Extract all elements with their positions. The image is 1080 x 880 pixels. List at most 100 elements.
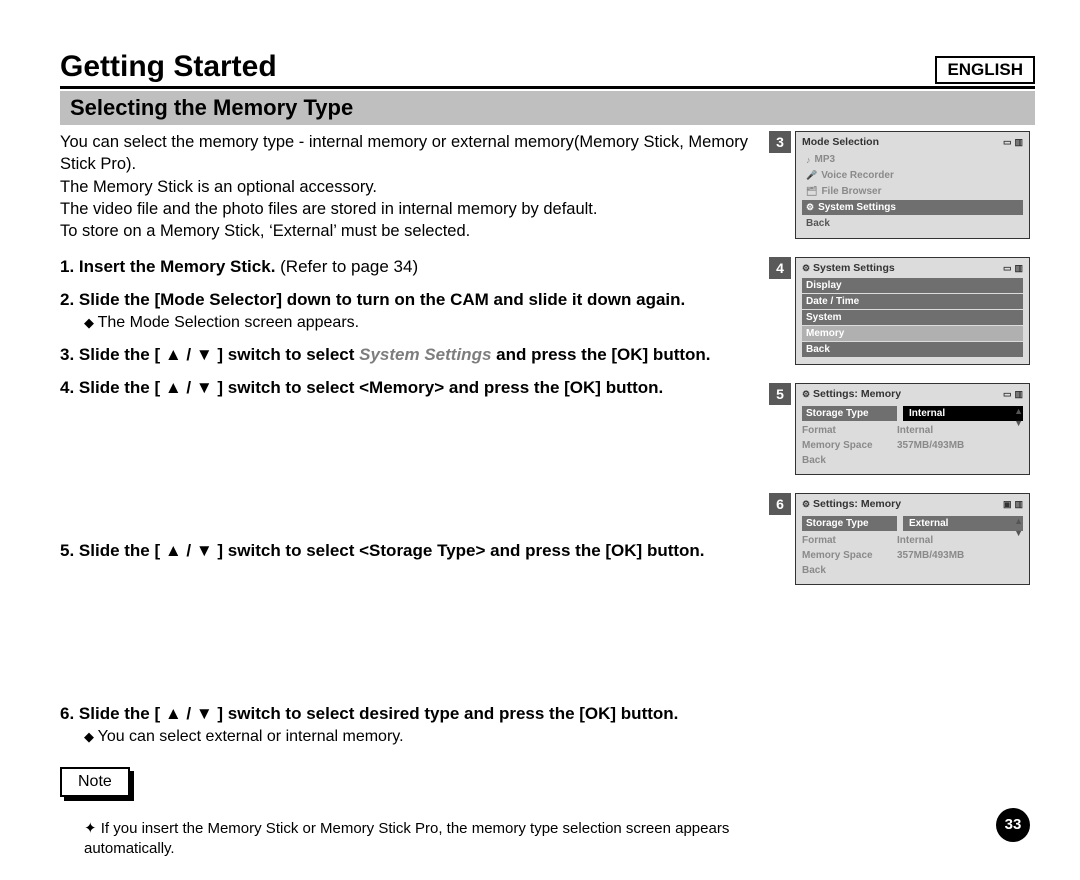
step-badge-6: 6	[769, 493, 791, 515]
settings-icon: ⚙	[802, 389, 810, 400]
screen-4-wrap: 4 ⚙ System Settings▭ ▥ Display Date / Ti…	[795, 257, 1035, 365]
step-1-bold: Insert the Memory Stick.	[79, 257, 276, 276]
step-6-mid: ] switch to select desired type and pres…	[213, 704, 679, 723]
card-icon: ▭	[1003, 263, 1012, 274]
divider	[60, 86, 1035, 89]
step-5-mid: ] switch to select <Storage Type> and pr…	[213, 541, 705, 560]
up-down-icon: ▲ / ▼	[165, 344, 213, 367]
card-icon: ▭	[1003, 389, 1012, 400]
screen6-v2: 357MB/493MB	[897, 550, 964, 561]
mic-icon: 🎤	[806, 170, 817, 181]
manual-page: ENGLISH Getting Started Selecting the Me…	[0, 0, 1080, 880]
screen3-item: Back	[806, 218, 830, 229]
step-3-target: System Settings	[359, 345, 491, 364]
step-4-prefix: Slide the [	[79, 378, 165, 397]
step-3-suffix: and press the [OK] button.	[491, 345, 710, 364]
intro-line: The Memory Stick is an optional accessor…	[60, 176, 755, 198]
screen-system-settings: ⚙ System Settings ▭ ▥ Display Date / Time…	[795, 257, 1030, 365]
note-label: Note	[60, 767, 130, 797]
screen6-k3: Back	[802, 565, 897, 576]
language-label: ENGLISH	[935, 56, 1035, 84]
battery-icon: ▥	[1014, 137, 1023, 148]
screen5-v1: Internal	[897, 425, 933, 436]
screen3-item: File Browser	[821, 186, 881, 197]
step-2-text: Slide the [Mode Selector] down to turn o…	[79, 290, 685, 309]
card-icon: ▣	[1003, 499, 1012, 510]
step-4: 4. Slide the [ ▲ / ▼ ] switch to select …	[60, 377, 755, 400]
screen4-item: Date / Time	[806, 296, 859, 307]
instructions-column: You can select the memory type - interna…	[60, 131, 755, 859]
screen4-title: System Settings	[813, 262, 895, 274]
folder-icon: 🗂	[806, 186, 817, 197]
battery-icon: ▥	[1014, 389, 1023, 400]
screen6-v0: External	[903, 516, 1023, 531]
intro-line: You can select the memory type - interna…	[60, 131, 755, 176]
section-title: Selecting the Memory Type	[70, 95, 1025, 121]
step-5: 5. Slide the [ ▲ / ▼ ] switch to select …	[60, 540, 755, 563]
screen4-item: Back	[806, 344, 830, 355]
screen4-item: Display	[806, 280, 842, 291]
step-2: 2. Slide the [Mode Selector] down to tur…	[60, 289, 755, 334]
music-icon: ♪	[806, 155, 811, 165]
screen3-title: Mode Selection	[802, 136, 879, 148]
screen4-item: System	[806, 312, 842, 323]
arrow-down-icon: ▼	[1014, 528, 1023, 538]
screen6-k1: Format	[802, 535, 897, 546]
step-6: 6. Slide the [ ▲ / ▼ ] switch to select …	[60, 703, 755, 748]
up-down-icon: ▲ / ▼	[165, 377, 213, 400]
screen5-v0: Internal	[903, 406, 1023, 421]
screen5-k0: Storage Type	[802, 406, 897, 421]
screen5-title: Settings: Memory	[813, 388, 901, 400]
page-number: 33	[996, 808, 1030, 842]
step-badge-4: 4	[769, 257, 791, 279]
screen3-item: Voice Recorder	[821, 170, 894, 181]
intro-text: You can select the memory type - interna…	[60, 131, 755, 242]
up-down-icon: ▲ / ▼	[165, 703, 213, 726]
settings-icon: ⚙	[806, 202, 814, 213]
step-4-mid: ] switch to select <Memory> and press th…	[213, 378, 664, 397]
screen6-title: Settings: Memory	[813, 498, 901, 510]
step-badge-5: 5	[769, 383, 791, 405]
battery-icon: ▥	[1014, 499, 1023, 510]
screen5-v2: 357MB/493MB	[897, 440, 964, 451]
arrow-down-icon: ▼	[1014, 418, 1023, 428]
screen6-v1: Internal	[897, 535, 933, 546]
screens-column: 3 Mode Selection▭ ▥ ♪MP3 🎤Voice Recorder…	[795, 131, 1035, 859]
screen-6-wrap: 6 ⚙ Settings: Memory▣ ▥ Storage TypeExte…	[795, 493, 1035, 585]
settings-icon: ⚙	[802, 499, 810, 510]
screen-3-wrap: 3 Mode Selection▭ ▥ ♪MP3 🎤Voice Recorder…	[795, 131, 1035, 239]
step-6-prefix: Slide the [	[79, 704, 165, 723]
arrow-up-icon: ▲	[1014, 406, 1023, 416]
battery-icon: ▥	[1014, 263, 1023, 274]
step-3: 3. Slide the [ ▲ / ▼ ] switch to select …	[60, 344, 755, 367]
step-1: 1. Insert the Memory Stick. (Refer to pa…	[60, 256, 755, 279]
arrow-up-icon: ▲	[1014, 516, 1023, 526]
screen4-item-selected: Memory	[806, 328, 844, 339]
screen3-item-selected: System Settings	[818, 202, 896, 213]
card-icon: ▭	[1003, 137, 1012, 148]
section-bar: Selecting the Memory Type	[60, 91, 1035, 125]
screen-settings-memory-1: ⚙ Settings: Memory▭ ▥ Storage TypeIntern…	[795, 383, 1030, 475]
screen5-k3: Back	[802, 455, 897, 466]
up-down-icon: ▲ / ▼	[165, 540, 213, 563]
screen3-item: MP3	[815, 154, 836, 165]
screen-mode-selection: Mode Selection ▭ ▥ ♪ MP3 🎤 Voice Recorder 🗂…	[795, 131, 1030, 239]
screen-5-wrap: 5 ⚙ Settings: Memory▭ ▥ Storage TypeInte…	[795, 383, 1035, 475]
step-3-prefix: Slide the [	[79, 345, 165, 364]
screen5-k2: Memory Space	[802, 440, 897, 451]
chapter-title: Getting Started	[60, 50, 1035, 84]
screen5-k1: Format	[802, 425, 897, 436]
screen6-k2: Memory Space	[802, 550, 897, 561]
step-2-sub: The Mode Selection screen appears.	[84, 312, 755, 334]
step-5-prefix: Slide the [	[79, 541, 165, 560]
settings-icon: ⚙	[802, 263, 810, 274]
step-1-light: (Refer to page 34)	[275, 257, 418, 276]
step-3-mid: ] switch to select	[213, 345, 359, 364]
intro-line: The video file and the photo files are s…	[60, 198, 755, 220]
note-text: If you insert the Memory Stick or Memory…	[84, 819, 755, 860]
screen-settings-memory-2: ⚙ Settings: Memory ▣ ▥ Storage Type Extern…	[795, 493, 1030, 585]
step-badge-3: 3	[769, 131, 791, 153]
intro-line: To store on a Memory Stick, ‘External’ m…	[60, 220, 755, 242]
screen6-k0: Storage Type	[802, 516, 897, 531]
step-6-sub: You can select external or internal memo…	[84, 726, 755, 748]
